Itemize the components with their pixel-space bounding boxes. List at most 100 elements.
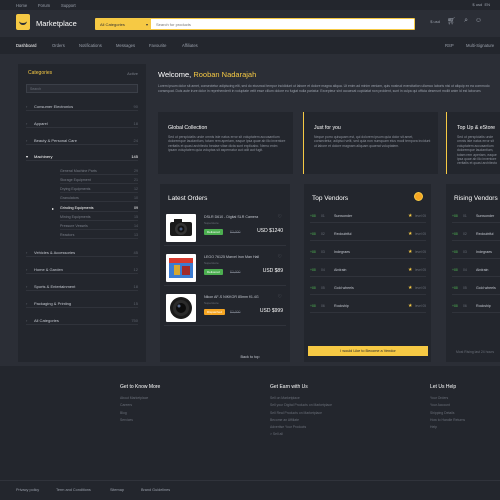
category-packaging[interactable]: › Packaging & Printing 15 <box>26 300 138 308</box>
footer-link[interactable]: Your Account <box>430 403 465 410</box>
top-link-home[interactable]: Home <box>16 3 27 8</box>
subcategory-item[interactable]: Mining Equipments 15 <box>60 214 138 221</box>
vendor-name[interactable]: Redoubtful <box>476 232 493 236</box>
currency-select[interactable]: $ usd <box>472 2 482 7</box>
heart-icon[interactable]: ♡ <box>278 214 282 220</box>
nav-tab-notifications[interactable]: Notifications <box>79 43 102 48</box>
footer-link[interactable]: Blog <box>120 411 160 418</box>
subcategory-item[interactable]: General Machine Parts 29 <box>60 168 138 175</box>
marketplace-logo[interactable] <box>16 14 30 30</box>
category-label: Sports & Entertainment <box>34 284 76 289</box>
vendor-row[interactable]: +88 06 Rockship ★ level 05 <box>310 300 426 313</box>
heart-icon[interactable]: ♡ <box>278 254 282 260</box>
category-beauty[interactable]: › Beauty & Personal Care 24 <box>26 137 138 145</box>
privacy-policy-link[interactable]: Privacy policy <box>16 488 39 492</box>
cart-icon[interactable]: 🛒︎ <box>447 17 456 25</box>
header-currency[interactable]: $ usd <box>430 19 440 24</box>
vendor-change: +88 <box>310 304 316 308</box>
nav-tab-dashboard[interactable]: Dashboard <box>16 43 37 48</box>
category-vehicles[interactable]: › Vehicles & Accessories 45 <box>26 249 138 257</box>
vendor-name[interactable]: Redoubtful <box>334 232 351 236</box>
order-product-name[interactable]: LEGO 76125 Marvel Iron Man Hall <box>204 255 259 259</box>
vendor-name[interactable]: Gold wheels <box>476 286 496 290</box>
categories-active-toggle[interactable]: Active <box>127 71 138 76</box>
footer-link[interactable]: About Marketplace <box>120 396 160 403</box>
feature-card-top-up[interactable]: Top Up & eStore Sed ut perspiciatis unde… <box>446 112 500 174</box>
vendor-row[interactable]: +88 04 Airdrain <box>452 264 500 277</box>
brand-name[interactable]: Marketplace <box>36 19 77 28</box>
vendor-name[interactable]: Airdrain <box>334 268 346 272</box>
subcategory-item[interactable]: Storage Equipment 21 <box>60 177 138 184</box>
footer-link[interactable]: Shipping Details <box>430 411 465 418</box>
search-input[interactable] <box>154 19 409 29</box>
category-sports[interactable]: › Sports & Entertainment 18 <box>26 283 138 291</box>
footer-link[interactable]: Sell Real Products on Marketplace <box>270 411 332 418</box>
footer-link[interactable]: Your Orders <box>430 396 465 403</box>
vendor-row[interactable]: +88 05 Gold wheels <box>452 282 500 295</box>
feature-card-global-collection[interactable]: Global Collection Sed ut perspiciatis un… <box>158 112 293 174</box>
subcategory-item[interactable]: Granulators 10 <box>60 195 138 202</box>
vendor-row[interactable]: +88 02 Redoubtful <box>452 228 500 241</box>
category-apparel[interactable]: › Apparel 18 <box>26 120 138 128</box>
footer-link[interactable]: Careers <box>120 403 160 410</box>
user-icon[interactable]: ☺ <box>475 17 482 24</box>
top-link-forum[interactable]: Forum <box>38 3 50 8</box>
vendor-name[interactable]: Indegraes <box>334 250 350 254</box>
order-row[interactable]: DSLR D610 - Digital SLR Camera Superstor… <box>164 212 286 246</box>
top-link-support[interactable]: Support <box>61 3 76 8</box>
nav-tab-messages[interactable]: Messages <box>116 43 135 48</box>
order-row[interactable]: Nikon AF-S NIKKOR 85mm f/1.4G Superstore… <box>164 292 286 326</box>
category-consumer-electronics[interactable]: › Consumer Electronics 90 <box>26 103 138 111</box>
nav-tab-affiliates[interactable]: Affiliates <box>182 43 198 48</box>
order-product-name[interactable]: DSLR D610 - Digital SLR Camera <box>204 215 258 219</box>
sitemap-link[interactable]: Sitemap <box>110 488 124 492</box>
subcategory-item[interactable]: Pressure Vessels 14 <box>60 223 138 230</box>
footer-link[interactable]: Help <box>430 425 465 432</box>
back-to-top-link[interactable]: Back to top <box>0 355 500 359</box>
order-product-name[interactable]: Nikon AF-S NIKKOR 85mm f/1.4G <box>204 295 259 299</box>
vendor-name[interactable]: Rockship <box>334 304 349 308</box>
terms-link[interactable]: Term and Conditions <box>56 488 91 492</box>
vendor-row[interactable]: +88 03 Indegraes <box>452 246 500 259</box>
vendor-row[interactable]: +88 03 Indegraes ★ level 05 <box>310 246 426 259</box>
vendor-row[interactable]: +88 06 Rockship <box>452 300 500 313</box>
category-search-placeholder: Search <box>30 87 42 91</box>
vendor-row[interactable]: +88 02 Redoubtful ★ level 05 <box>310 228 426 241</box>
vendor-name[interactable]: Airdrain <box>476 268 488 272</box>
nav-tab-favourite[interactable]: Favourite <box>149 43 166 48</box>
brand-guidelines-link[interactable]: Brand Guidelines <box>141 488 170 492</box>
vendor-name[interactable]: Sunwonder <box>334 214 352 218</box>
star-icon: ★ <box>408 267 413 273</box>
nav-tab-orders[interactable]: Orders <box>52 43 65 48</box>
footer-link[interactable]: How to Handle Returns <box>430 418 465 425</box>
footer-link[interactable]: Advertise Your Products <box>270 425 332 432</box>
subcategory-item[interactable]: Reactors 13 <box>60 232 138 239</box>
vendor-name[interactable]: Gold wheels <box>334 286 354 290</box>
heart-icon[interactable]: ♡ <box>278 294 282 300</box>
vendor-row[interactable]: +88 04 Airdrain ★ level 05 <box>310 264 426 277</box>
category-search-input[interactable]: Search <box>26 84 138 93</box>
category-all[interactable]: › All Categories 750 <box>26 317 138 325</box>
footer-link[interactable]: Sell your Digital Products on Marketplac… <box>270 403 332 410</box>
subcategory-item[interactable]: Drying Equipments 12 <box>60 186 138 193</box>
category-home-garden[interactable]: › Home & Garden 12 <box>26 266 138 274</box>
category-machinery[interactable]: ▾ Machinery 145 <box>26 153 138 161</box>
footer-link[interactable]: Services <box>120 418 160 425</box>
nav-tab-multi-signature[interactable]: Multi-Signature <box>466 43 494 48</box>
vendor-name[interactable]: Indegraes <box>476 250 492 254</box>
search-category-select[interactable]: All Categories ▾ <box>96 19 151 29</box>
search-icon[interactable]: ⌕ <box>464 17 468 25</box>
vendor-row[interactable]: +88 05 Gold wheels ★ level 05 <box>310 282 426 295</box>
footer-link[interactable]: > Sell all <box>270 432 332 439</box>
feature-card-just-for-you[interactable]: Just for you Neque porro quisquam est, q… <box>303 112 438 174</box>
language-select[interactable]: EN <box>484 2 490 7</box>
order-row[interactable]: LEGO 76125 Marvel Iron Man Hall Supersto… <box>164 252 286 286</box>
vendor-name[interactable]: Rockship <box>476 304 491 308</box>
vendor-name[interactable]: Sunwonder <box>476 214 494 218</box>
vendor-row[interactable]: +88 01 Sunwonder ★ level 05 <box>310 210 426 223</box>
vendor-row[interactable]: +88 01 Sunwonder <box>452 210 500 223</box>
nav-tab-rsp[interactable]: RSP <box>445 43 454 48</box>
subcategory-item-selected[interactable]: ▸ Grinding Equipments 09 <box>52 205 138 212</box>
footer-link[interactable]: Become an Affiliate <box>270 418 332 425</box>
footer-link[interactable]: Sell on Marketplace <box>270 396 332 403</box>
